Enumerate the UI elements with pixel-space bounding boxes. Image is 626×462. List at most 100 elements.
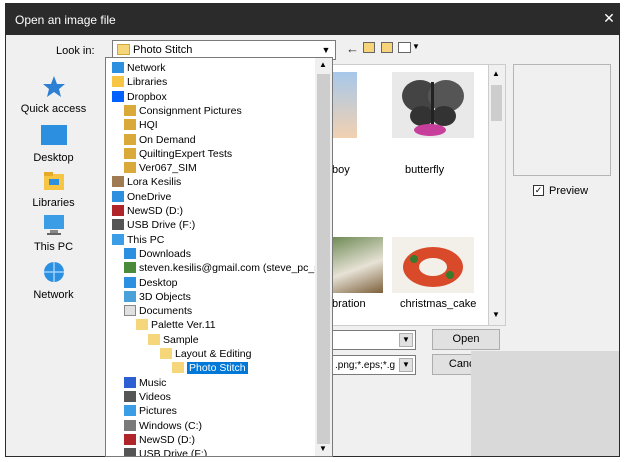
folder-icon bbox=[148, 333, 160, 345]
usb-icon bbox=[112, 219, 124, 231]
file-name[interactable]: bration bbox=[332, 298, 366, 310]
dropdown-item[interactable]: NewSD (D:) bbox=[112, 204, 183, 218]
dropdown-item[interactable]: Sample bbox=[148, 333, 199, 347]
computer-icon bbox=[41, 212, 67, 238]
dropdown-item[interactable]: Ver067_SIM bbox=[124, 161, 197, 175]
file-name[interactable]: boy bbox=[332, 164, 350, 176]
butterfly-thumbnail[interactable] bbox=[392, 72, 474, 138]
preview-checkbox[interactable]: ✓ bbox=[533, 185, 544, 196]
place-label: Quick access bbox=[20, 103, 87, 115]
dropdown-item[interactable]: Lora Kesilis bbox=[112, 175, 181, 189]
dropdown-item-label: NewSD (D:) bbox=[139, 433, 196, 446]
place-label: This PC bbox=[33, 241, 74, 253]
dropdown-item-label: Dropbox bbox=[127, 90, 167, 103]
chevron-down-icon[interactable]: ▼ bbox=[319, 43, 333, 57]
usb-icon bbox=[124, 448, 136, 456]
title-bar[interactable]: Open an image file ✕ bbox=[6, 4, 619, 35]
place-quick-access[interactable]: Quick access bbox=[16, 74, 91, 115]
view-menu-icon[interactable] bbox=[398, 42, 411, 53]
libraries-icon bbox=[41, 168, 67, 194]
folder-icon bbox=[136, 319, 148, 331]
shared-icon bbox=[124, 104, 136, 116]
chevron-down-icon[interactable]: ▼ bbox=[399, 333, 413, 347]
dropdown-item[interactable]: Pictures bbox=[124, 404, 177, 418]
dropdown-item-label: HQI bbox=[139, 119, 158, 132]
dropdown-item-label: OneDrive bbox=[127, 190, 172, 203]
dropdown-item-label: Lora Kesilis bbox=[127, 176, 182, 189]
scroll-thumb[interactable] bbox=[491, 85, 502, 121]
dropdown-item-label: Downloads bbox=[139, 247, 191, 260]
dropdown-item-label: Consignment Pictures bbox=[139, 104, 242, 117]
dropdown-item[interactable]: Documents bbox=[124, 304, 192, 318]
dropdown-item-label: On Demand bbox=[139, 133, 196, 146]
place-network[interactable]: Network bbox=[16, 260, 91, 301]
dropdown-item-label: Windows (C:) bbox=[139, 419, 203, 432]
dropdown-item-label: Documents bbox=[139, 305, 193, 318]
dropdown-item[interactable]: 3D Objects bbox=[124, 290, 191, 304]
file-name[interactable]: christmas_cake bbox=[400, 298, 476, 310]
dropdown-item[interactable]: Consignment Pictures bbox=[124, 104, 242, 118]
dropdown-item-label: steven.kesilis@gmail.com (steve_pc_ssd1 bbox=[139, 262, 333, 275]
view-dropdown-arrow-icon[interactable]: ▼ bbox=[412, 42, 420, 51]
dropdown-item-label: Palette Ver.11 bbox=[151, 319, 216, 332]
dropdown-item[interactable]: Layout & Editing bbox=[160, 347, 251, 361]
file-list-scrollbar[interactable]: ▲ ▼ bbox=[489, 64, 506, 326]
dropdown-item[interactable]: Photo Stitch bbox=[172, 361, 248, 375]
folder-open-icon bbox=[172, 362, 184, 374]
chevron-down-icon[interactable]: ▼ bbox=[399, 358, 413, 372]
cube-icon bbox=[124, 290, 136, 302]
sd-icon bbox=[124, 433, 136, 445]
dropdown-item[interactable]: Videos bbox=[124, 390, 171, 404]
dropdown-item-label: Ver067_SIM bbox=[139, 162, 197, 175]
dropdown-item-label: QuiltingExpert Tests bbox=[139, 147, 233, 160]
dropdown-item[interactable]: steven.kesilis@gmail.com (steve_pc_ssd1 bbox=[124, 261, 333, 275]
dropdown-item-label: NewSD (D:) bbox=[127, 205, 184, 217]
dropdown-item[interactable]: Dropbox bbox=[112, 90, 167, 104]
download-icon bbox=[124, 247, 136, 259]
dropdown-item[interactable]: Music bbox=[124, 376, 166, 390]
scroll-down-icon[interactable]: ▼ bbox=[319, 444, 327, 453]
dropdown-item[interactable]: Windows (C:) bbox=[124, 419, 202, 433]
dropdown-item[interactable]: HQI bbox=[124, 118, 158, 132]
file-name[interactable]: butterfly bbox=[405, 164, 444, 176]
dropdown-item[interactable]: On Demand bbox=[124, 133, 196, 147]
dropdown-item-label: Layout & Editing bbox=[175, 348, 252, 360]
dropdown-item[interactable]: Palette Ver.11 bbox=[136, 318, 216, 332]
place-libraries[interactable]: Libraries bbox=[16, 168, 91, 209]
scroll-thumb[interactable] bbox=[317, 74, 330, 444]
scroll-up-icon[interactable]: ▲ bbox=[319, 60, 327, 69]
dropdown-item[interactable]: Libraries bbox=[112, 75, 167, 89]
dropdown-item[interactable]: OneDrive bbox=[112, 190, 171, 204]
dropdown-item[interactable]: USB Drive (F:) bbox=[112, 218, 195, 232]
folder-icon bbox=[160, 348, 172, 359]
file-name-input[interactable]: ▼ bbox=[331, 330, 416, 350]
dropdown-item[interactable]: Network bbox=[112, 61, 166, 75]
file-list-view[interactable]: boy butterfly bration christmas_cake bbox=[331, 64, 489, 326]
place-desktop[interactable]: Desktop bbox=[16, 122, 91, 164]
place-this-pc[interactable]: This PC bbox=[16, 212, 91, 253]
back-icon[interactable]: ← bbox=[346, 41, 359, 56]
dropdown-item[interactable]: USB Drive (F:) bbox=[124, 447, 207, 456]
dropdown-item-label: Pictures bbox=[139, 405, 177, 418]
scroll-down-icon[interactable]: ▼ bbox=[492, 310, 500, 319]
dropdown-item-label: Videos bbox=[139, 390, 171, 403]
dropdown-item-label: This PC bbox=[127, 233, 165, 246]
file-type-select[interactable]: .png;*.eps;*.g ▼ bbox=[331, 355, 416, 375]
look-in-dropdown-list[interactable]: Network Libraries Dropbox Consignment Pictu… bbox=[105, 57, 333, 457]
scroll-up-icon[interactable]: ▲ bbox=[492, 69, 500, 78]
dropdown-scrollbar[interactable]: ▲ ▼ bbox=[315, 58, 332, 456]
up-folder-icon[interactable] bbox=[363, 42, 375, 53]
open-button[interactable]: Open bbox=[432, 329, 500, 350]
celebration-thumbnail[interactable] bbox=[332, 237, 383, 293]
dropdown-item[interactable]: This PC bbox=[112, 233, 164, 247]
dropdown-item-label: USB Drive (F:) bbox=[127, 219, 196, 232]
dropdown-item[interactable]: Downloads bbox=[124, 247, 191, 261]
new-folder-icon[interactable] bbox=[381, 42, 393, 53]
boy-thumbnail[interactable] bbox=[332, 72, 357, 138]
dropdown-item[interactable]: QuiltingExpert Tests bbox=[124, 147, 232, 161]
close-icon[interactable]: ✕ bbox=[601, 10, 617, 26]
dropdown-item[interactable]: NewSD (D:) bbox=[124, 433, 195, 447]
dropdown-item[interactable]: Desktop bbox=[124, 276, 178, 290]
christmas-cake-thumbnail[interactable] bbox=[392, 237, 474, 293]
libraries-icon bbox=[112, 76, 124, 88]
